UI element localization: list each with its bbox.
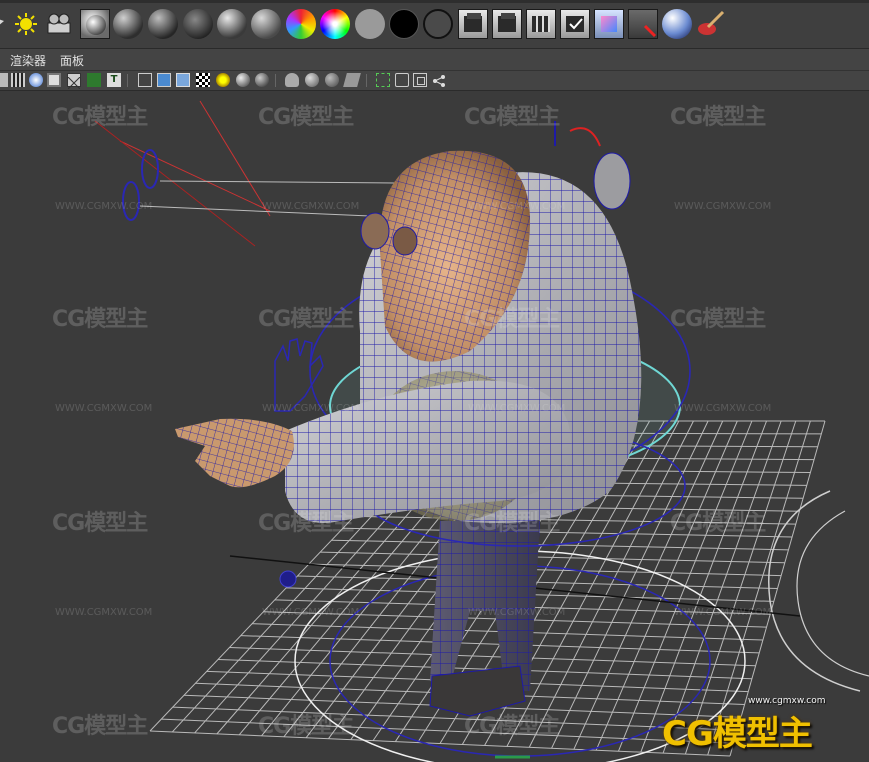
text-icon[interactable]: T [107, 73, 121, 87]
paint-brush-icon[interactable] [696, 9, 726, 39]
menu-panels[interactable]: 面板 [60, 52, 84, 69]
watermark-logo: CG模型主 [258, 511, 354, 536]
watermark-logo: CG模型主 [464, 105, 560, 130]
dark-circle-icon[interactable] [423, 9, 453, 39]
shader-sphere-dark-icon[interactable] [113, 9, 143, 39]
watermark-url: WWW.CGMXW.COM [262, 201, 360, 212]
watermark-url: WWW.CGMXW.COM [468, 607, 566, 618]
watermark-logo: CG模型主 [52, 307, 148, 332]
watermark-logo: CG模型主 [52, 511, 148, 536]
watermark-logo: CG模型主 [670, 307, 766, 332]
gray-circle-icon[interactable] [355, 9, 385, 39]
select-highlight-icon[interactable] [376, 73, 390, 87]
watermark-url: WWW.CGMXW.COM [674, 607, 772, 618]
watermark-logo: CG模型主 [258, 307, 354, 332]
grid-toggle-icon[interactable] [47, 73, 61, 87]
watermark-logo: CG模型主 [670, 105, 766, 130]
shader-sphere-gray-icon[interactable] [251, 9, 281, 39]
watermark-logo: CG模型主 [52, 105, 148, 130]
light-bulb-icon[interactable] [12, 9, 42, 39]
clapboard-grid-icon[interactable] [526, 9, 556, 39]
film-strip-icon[interactable] [0, 73, 8, 87]
watermark-logo: CG模型主 [670, 511, 766, 536]
graph-icon[interactable] [432, 73, 446, 87]
hud-icon[interactable] [413, 73, 427, 87]
resolution-gate-icon[interactable] [67, 73, 81, 90]
watermark-url: WWW.CGMXW.COM [468, 201, 566, 212]
watermark-logo: CG模型主 [258, 714, 354, 739]
hypershade-icon[interactable] [662, 9, 692, 39]
clapboard-check-icon[interactable] [560, 9, 590, 39]
ao-sphere-icon[interactable] [255, 73, 269, 87]
brand-url: www.cgmxw.com [748, 696, 826, 706]
watermark-url: WWW.CGMXW.COM [55, 403, 153, 414]
isolate-icon[interactable] [285, 73, 299, 87]
character-hand[interactable] [175, 418, 294, 488]
watermark-logo: CG模型主 [258, 105, 354, 130]
camera-group-icon[interactable] [45, 9, 75, 39]
hand-ik-control[interactable] [274, 338, 324, 412]
component-icon[interactable] [395, 73, 409, 87]
offscreen-control-arc [768, 490, 861, 692]
clapboard-icon[interactable] [458, 9, 488, 39]
scene-canvas[interactable] [0, 91, 869, 762]
watermark-logo: CG模型主 [52, 714, 148, 739]
watermark-url: WWW.CGMXW.COM [674, 201, 772, 212]
brand-logo: CG模型主 [662, 714, 813, 754]
shelf-toolbar [0, 0, 869, 49]
shelf-top-strip [0, 0, 869, 3]
checker-green-icon[interactable] [87, 73, 101, 87]
grid-line [149, 730, 731, 757]
panel-toolbar: T [0, 71, 869, 91]
watermark-logo: CG模型主 [464, 511, 560, 536]
camera-icon[interactable] [11, 73, 25, 87]
wireframe-cube-icon[interactable] [138, 73, 152, 87]
xray-sphere-icon[interactable] [305, 73, 319, 87]
3d-viewport[interactable]: CG模型主 CG模型主 CG模型主 CG模型主 WWW.CGMXW.COM WW… [0, 91, 869, 762]
separator [366, 74, 367, 87]
xray-obj-icon[interactable] [343, 73, 361, 87]
xray-joint-icon[interactable] [325, 73, 339, 87]
menu-renderer[interactable]: 渲染器 [10, 52, 46, 69]
render-sphere-icon[interactable] [80, 9, 110, 39]
watermark-url: WWW.CGMXW.COM [262, 607, 360, 618]
black-circle-icon[interactable] [389, 9, 419, 39]
separator [127, 74, 128, 87]
shadow-sphere-icon[interactable] [236, 73, 250, 87]
rainbow-sphere-icon[interactable] [286, 9, 316, 39]
render-view-icon[interactable] [628, 9, 658, 39]
watermark-url: WWW.CGMXW.COM [55, 607, 153, 618]
light-icon[interactable] [216, 73, 230, 87]
shaded-cube-icon[interactable] [157, 73, 171, 87]
textured-cube-icon[interactable] [176, 73, 190, 87]
watermark-url: WWW.CGMXW.COM [55, 201, 153, 212]
shader-sphere-light-icon[interactable] [217, 9, 247, 39]
locator-sphere[interactable] [279, 570, 297, 588]
watermark-logo: CG模型主 [464, 307, 560, 332]
clapboard-sequence-icon[interactable] [492, 9, 522, 39]
panel-menu-bar: 渲染器 面板 [0, 49, 869, 71]
bookmark-icon[interactable] [29, 73, 43, 87]
shader-sphere-bump-icon[interactable] [183, 9, 213, 39]
watermark-url: WWW.CGMXW.COM [262, 403, 360, 414]
watermark-logo: CG模型主 [464, 714, 560, 739]
checker-icon[interactable] [196, 73, 210, 87]
watermark-url: WWW.CGMXW.COM [468, 403, 566, 414]
shader-sphere-mid-icon[interactable] [148, 9, 178, 39]
watermark-url: WWW.CGMXW.COM [674, 403, 772, 414]
separator [275, 74, 276, 87]
color-wheel-icon[interactable] [320, 9, 350, 39]
render-settings-icon[interactable] [594, 9, 624, 39]
